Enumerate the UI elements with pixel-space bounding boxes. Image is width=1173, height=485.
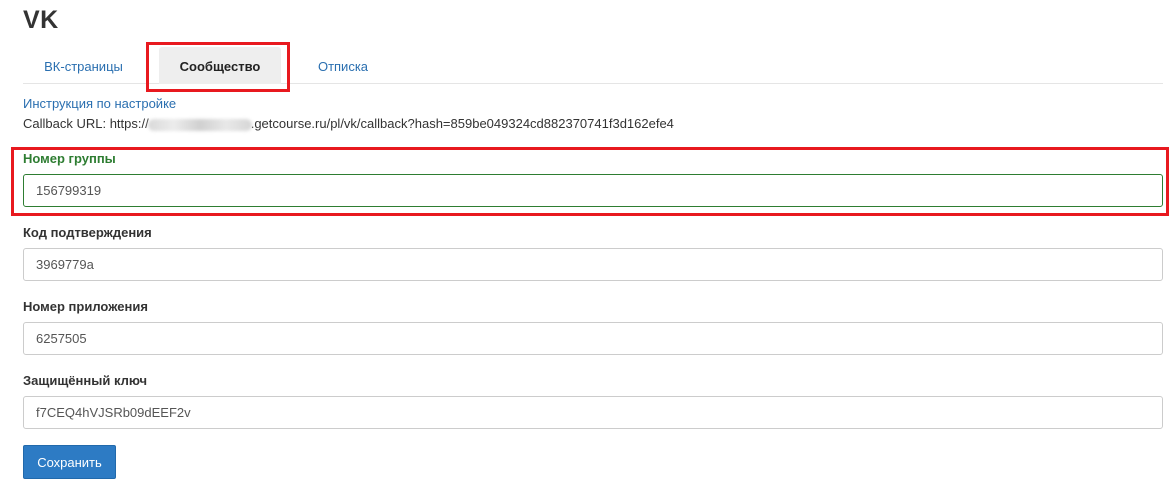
- callback-url-suffix: .getcourse.ru/pl/vk/callback?hash=859be0…: [250, 116, 674, 131]
- tab-bar: ВК-страницы Сообщество Отписка: [23, 47, 1163, 84]
- save-button[interactable]: Сохранить: [23, 445, 116, 479]
- callback-url-prefix: Callback URL: https://: [23, 116, 149, 131]
- group-number-input[interactable]: [23, 174, 1163, 207]
- callback-url: Callback URL: https:// .getcourse.ru/pl/v…: [23, 116, 674, 131]
- confirm-code-input[interactable]: [23, 248, 1163, 281]
- secret-key-label: Защищённый ключ: [23, 373, 148, 388]
- group-number-label: Номер группы: [23, 151, 116, 166]
- tab-unsubscribe[interactable]: Отписка: [303, 47, 383, 84]
- app-number-input[interactable]: [23, 322, 1163, 355]
- tab-community[interactable]: Сообщество: [159, 47, 281, 84]
- page-title: VK: [23, 6, 59, 34]
- secret-key-input[interactable]: [23, 396, 1163, 429]
- confirm-code-label: Код подтверждения: [23, 225, 152, 240]
- tab-vk-pages[interactable]: ВК-страницы: [31, 47, 136, 84]
- setup-instruction-link[interactable]: Инструкция по настройке: [23, 96, 176, 111]
- app-number-label: Номер приложения: [23, 299, 148, 314]
- redacted-domain: [147, 118, 252, 131]
